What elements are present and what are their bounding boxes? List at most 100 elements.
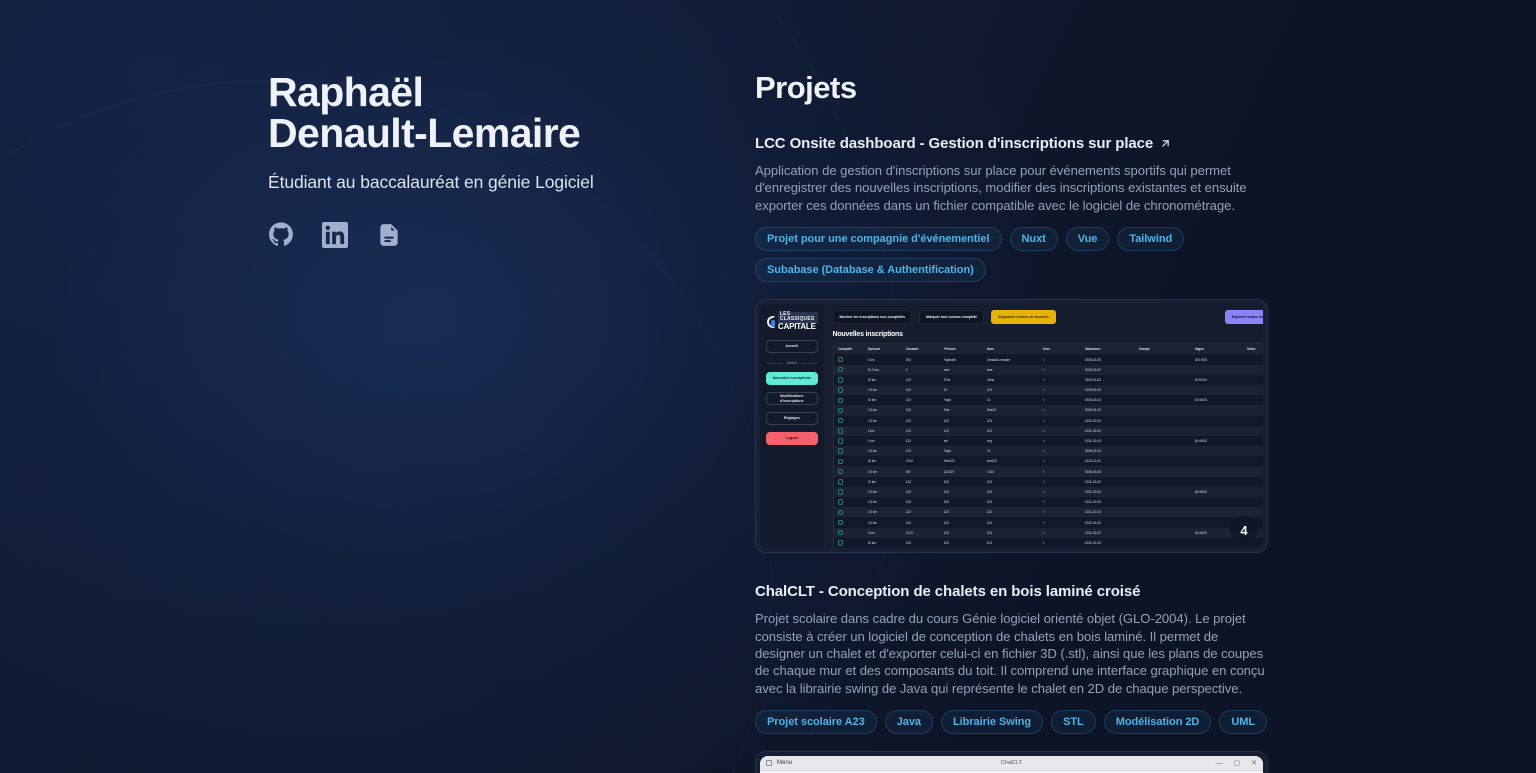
table-cell: 1231-02-02 — [1084, 428, 1101, 433]
checkbox-icon[interactable] — [837, 356, 843, 363]
checkbox-icon[interactable] — [837, 540, 843, 546]
project-preview-lcc[interactable]: LES CLASSIQUES CAPITALE Accueil Admin No… — [755, 299, 1268, 554]
tag-chip[interactable]: Modélisation 2D — [1103, 710, 1212, 735]
checkbox-icon[interactable] — [837, 438, 843, 444]
lcc-nav-logout[interactable]: Logout — [766, 432, 818, 446]
tag-chip[interactable]: Projet pour une compagnie d'événementiel — [755, 227, 1002, 252]
minimize-icon[interactable]: — — [1216, 760, 1223, 767]
tag-chip[interactable]: Vue — [1065, 227, 1110, 252]
tag-chip[interactable]: Tailwind — [1117, 227, 1185, 252]
checkbox-icon[interactable] — [837, 428, 843, 434]
table-row[interactable]: 5 km 123 asf eng h 1231-02-03 18:45:00 — [834, 436, 1264, 446]
table-row[interactable]: 10 km 123 Raph DL h 2005-02-02 19:45:00 — [834, 395, 1264, 405]
checkbox-icon[interactable] — [837, 407, 843, 414]
table-row[interactable]: 2.5 km 123 123 123 h 1231-02-03 18:45:00 — [833, 486, 1263, 498]
tag-chip[interactable]: Subabase (Database & Authentification) — [755, 258, 986, 283]
checkbox-icon[interactable] — [837, 448, 843, 454]
row-complete-checkbox[interactable] — [837, 479, 868, 485]
row-complete-checkbox[interactable] — [837, 458, 868, 465]
table-cell: h — [1042, 520, 1045, 525]
lcc-nav-home[interactable]: Accueil — [766, 340, 818, 354]
col-sexe: Sexe — [1042, 347, 1051, 352]
checkbox-icon[interactable] — [837, 458, 843, 465]
row-complete-checkbox[interactable] — [837, 356, 868, 363]
chalclt-window-title: ChalCLT — [1000, 760, 1023, 767]
close-icon[interactable]: ✕ — [1251, 759, 1257, 767]
table-cell: 5 km — [867, 439, 875, 443]
checkbox-icon[interactable] — [837, 417, 843, 424]
row-complete-checkbox[interactable] — [837, 428, 868, 434]
table-cell: 123 — [986, 520, 992, 525]
table-row[interactable]: 2.5 km 123 123 123 h 1231-02-03 — [833, 507, 1263, 518]
tag-chip[interactable]: Librairie Swing — [940, 710, 1044, 735]
lcc-export-all-button[interactable]: Exporter toutes les inscriptions — [1224, 310, 1263, 325]
table-cell: 123 — [905, 418, 911, 423]
row-complete-checkbox[interactable] — [837, 387, 868, 393]
table-cell: 18:45:00 — [1194, 489, 1207, 494]
table-row[interactable]: 2.5 km 123 123 123 h 1231-02-03 — [834, 497, 1264, 507]
row-complete-checkbox[interactable] — [837, 468, 868, 475]
row-complete-checkbox[interactable] — [837, 499, 868, 505]
row-complete-checkbox[interactable] — [837, 397, 868, 403]
checkbox-icon[interactable] — [837, 387, 843, 393]
table-cell: TestOf — [986, 408, 996, 413]
row-complete-checkbox[interactable] — [837, 489, 868, 495]
lcc-nav-section-label: Admin — [766, 361, 818, 365]
row-complete-checkbox[interactable] — [837, 438, 868, 444]
project-preview-chalclt[interactable]: Menu ChalCLT — ▢ ✕ Chal — [755, 751, 1268, 773]
tag-chip[interactable]: UML — [1219, 710, 1268, 735]
table-cell: DL — [986, 449, 991, 454]
lcc-delete-database-button[interactable]: Supprimer la base de données — [991, 310, 1056, 325]
row-complete-checkbox[interactable] — [837, 509, 868, 516]
checkbox-icon[interactable] — [837, 509, 843, 516]
row-complete-checkbox[interactable] — [837, 417, 868, 424]
checkbox-icon[interactable] — [837, 397, 843, 403]
checkbox-icon[interactable] — [837, 519, 843, 526]
checkbox-icon[interactable] — [837, 479, 843, 485]
table-row[interactable]: 5 km 123 123 123 h 1231-02-02 — [833, 425, 1263, 436]
row-complete-checkbox[interactable] — [837, 529, 868, 536]
chalclt-menu[interactable]: Menu — [766, 760, 792, 767]
github-icon[interactable] — [268, 222, 294, 248]
checkbox-icon[interactable] — [837, 499, 843, 505]
tag-chip[interactable]: Projet scolaire A23 — [755, 710, 877, 735]
table-row[interactable]: 10 km 123 123 123 h 1231-02-33 — [834, 538, 1264, 548]
lcc-nav-edit-registrations[interactable]: Modifications d'inscriptions — [766, 392, 818, 406]
row-complete-checkbox[interactable] — [837, 448, 868, 454]
table-row[interactable]: 5 km 1213 123 123 h 1231-02-02 18:45:00 — [833, 527, 1263, 538]
project-title-link[interactable]: ChalCLT - Conception de chalets en bois … — [755, 583, 1268, 600]
tag-chip[interactable]: Nuxt — [1009, 227, 1058, 252]
row-complete-checkbox[interactable] — [837, 519, 868, 526]
row-complete-checkbox[interactable] — [837, 407, 868, 414]
linkedin-icon[interactable] — [322, 222, 348, 248]
table-cell: 123 — [943, 510, 949, 515]
tag-chip[interactable]: STL — [1051, 710, 1096, 735]
lcc-nav-new-registrations[interactable]: Nouvelles inscriptions — [766, 372, 818, 386]
table-row[interactable]: 5 km 334 Raphaël Denault-Lemaire h 2005-02-05… — [834, 354, 1264, 364]
checkbox-icon[interactable] — [837, 377, 843, 383]
checkbox-icon[interactable] — [837, 529, 843, 536]
table-row[interactable]: 2.5 km 123 123 123 h 1231-02-03 — [834, 416, 1264, 426]
table-row[interactable]: 10 km 123 TEst Dena h 2300-03-02 19:00:00 — [834, 375, 1264, 385]
resume-document-icon[interactable] — [376, 222, 402, 248]
table-row[interactable]: 10 km 1234 Test123 test123 h 1230-12-31 — [834, 456, 1264, 466]
row-complete-checkbox[interactable] — [837, 377, 868, 383]
table-row[interactable]: 2.5 km 123 Raph DL h 2005-02-04 — [833, 446, 1263, 457]
checkbox-icon[interactable] — [837, 489, 843, 495]
checkbox-icon[interactable] — [837, 468, 843, 475]
lcc-mark-all-complete-button[interactable]: Marquer tout comme complété — [919, 310, 985, 325]
project-title-link[interactable]: LCC Onsite dashboard - Gestion d'inscrip… — [755, 135, 1268, 152]
tag-chip[interactable]: Java — [884, 710, 933, 735]
table-row[interactable]: 2.5 km 123 Test TestOf h 2005-03-10 — [833, 405, 1263, 416]
row-complete-checkbox[interactable] — [837, 366, 868, 373]
table-row[interactable]: 42.2 km 3 awe awe h 2005-02-02 — [833, 364, 1263, 375]
table-row[interactable]: 2.5 km 123 13 123 h 1209-03-09 — [833, 384, 1263, 396]
checkbox-icon[interactable] — [837, 366, 843, 373]
maximize-icon[interactable]: ▢ — [1234, 759, 1241, 767]
lcc-show-incomplete-button[interactable]: Montrer les inscriptions non-complétés — [832, 310, 913, 325]
row-complete-checkbox[interactable] — [837, 540, 868, 546]
table-row[interactable]: 2.5 km 123 123 123 h 1231-02-02 — [834, 517, 1264, 527]
table-row[interactable]: 10 km 123 123 123 h 1231-02-02 — [834, 477, 1264, 487]
lcc-nav-settings[interactable]: Réglages — [766, 412, 818, 426]
table-row[interactable]: 2.5 km 987 121007 2134 h 2345-09-08 — [833, 466, 1263, 477]
